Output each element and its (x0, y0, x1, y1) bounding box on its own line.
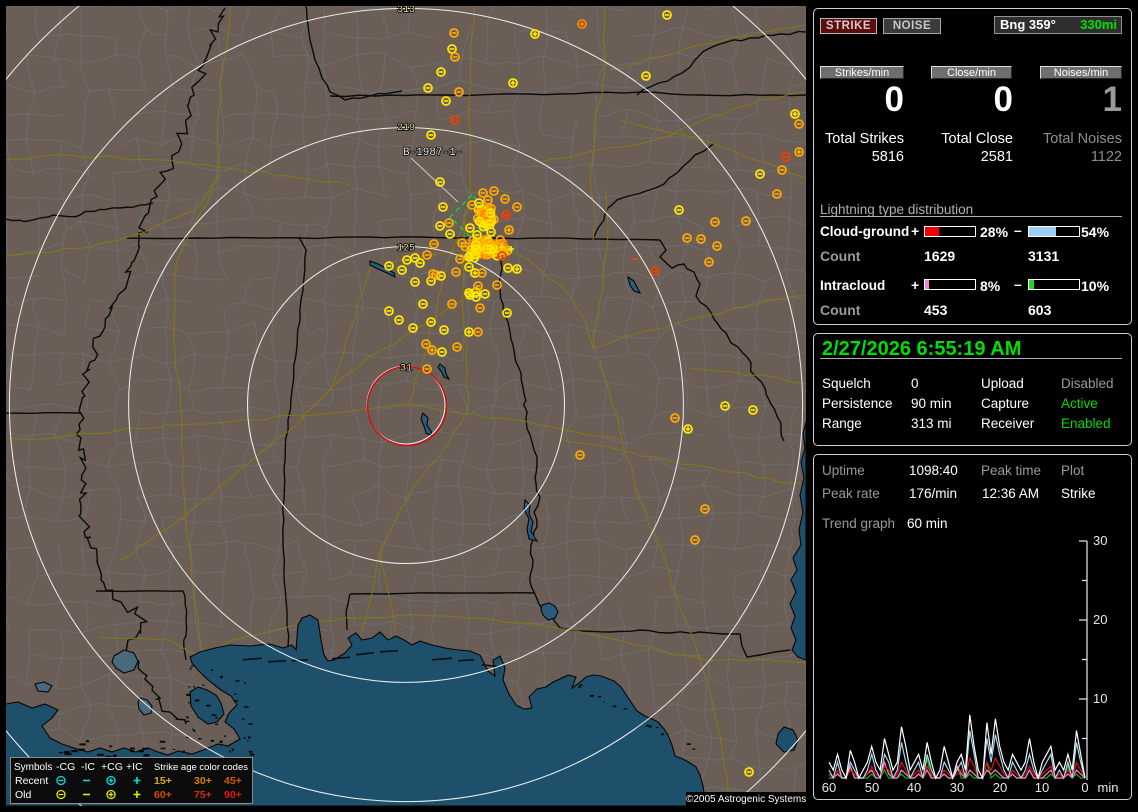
svg-text:B-1987-1-: B-1987-1- (403, 147, 462, 159)
svg-text:31: 31 (400, 364, 412, 375)
svg-text:60: 60 (822, 780, 836, 795)
svg-text:Recent: Recent (15, 775, 48, 787)
svg-text:10: 10 (1093, 691, 1107, 706)
svg-text:+CG: +CG (101, 761, 123, 773)
svg-text:Symbols: Symbols (14, 762, 52, 773)
svg-text:90+: 90+ (224, 789, 242, 801)
svg-text:60+: 60+ (154, 789, 172, 801)
svg-text:125: 125 (397, 244, 415, 255)
svg-text:+IC: +IC (126, 761, 143, 773)
svg-text:30+: 30+ (194, 775, 212, 787)
svg-text:min: min (1098, 780, 1119, 795)
svg-text:40: 40 (907, 780, 921, 795)
svg-text:20: 20 (993, 780, 1007, 795)
svg-text:219: 219 (397, 123, 415, 134)
svg-text:10: 10 (1035, 780, 1049, 795)
svg-text:313: 313 (397, 6, 415, 16)
svg-text:0: 0 (1081, 780, 1088, 795)
svg-text:50: 50 (865, 780, 879, 795)
svg-text:45+: 45+ (224, 775, 242, 787)
svg-text:-IC: -IC (81, 761, 95, 773)
svg-text:30: 30 (950, 780, 964, 795)
svg-text:20: 20 (1093, 612, 1107, 627)
svg-text:Old: Old (15, 789, 32, 801)
svg-text:Strike age color codes: Strike age color codes (154, 762, 248, 773)
svg-text:75+: 75+ (194, 789, 212, 801)
svg-text:30: 30 (1093, 533, 1107, 548)
svg-text:-CG: -CG (56, 761, 75, 773)
svg-text:15+: 15+ (154, 775, 172, 787)
